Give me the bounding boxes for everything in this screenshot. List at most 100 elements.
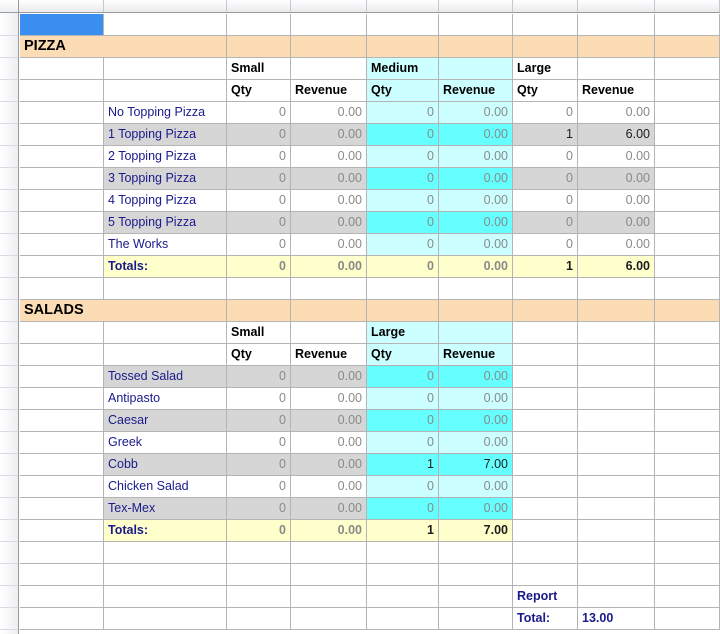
grid-cell[interactable] — [578, 476, 655, 498]
grid-cell[interactable] — [655, 212, 720, 234]
grid-cell[interactable] — [20, 410, 104, 432]
grid-cell[interactable] — [20, 476, 104, 498]
column-header-0[interactable] — [20, 0, 104, 12]
item-value[interactable]: 0 — [367, 124, 439, 146]
grid-cell[interactable] — [104, 278, 227, 300]
item-value[interactable]: 0.00 — [578, 102, 655, 124]
grid-cell[interactable] — [439, 14, 513, 36]
row-header-9[interactable] — [0, 212, 18, 234]
grid-cell[interactable] — [20, 608, 104, 630]
grid-cell[interactable] — [291, 608, 367, 630]
row-header-23[interactable] — [0, 520, 18, 542]
grid-cell[interactable] — [655, 80, 720, 102]
row-header-18[interactable] — [0, 410, 18, 432]
item-value[interactable]: 0.00 — [291, 454, 367, 476]
item-value[interactable]: 0.00 — [439, 168, 513, 190]
grid-cell[interactable] — [227, 542, 291, 564]
grid-cell[interactable] — [655, 564, 720, 586]
item-value[interactable]: 0.00 — [291, 124, 367, 146]
grid-cell[interactable] — [20, 366, 104, 388]
item-value[interactable]: 0.00 — [291, 168, 367, 190]
column-header-4[interactable] — [367, 0, 439, 12]
row-header-10[interactable] — [0, 234, 18, 256]
grid-cell[interactable] — [655, 344, 720, 366]
grid-cell[interactable] — [513, 410, 578, 432]
grid-cell[interactable] — [655, 256, 720, 278]
item-value[interactable]: 1 — [367, 454, 439, 476]
item-value[interactable]: 0.00 — [578, 212, 655, 234]
column-header-1[interactable] — [104, 0, 227, 12]
grid-cell[interactable] — [291, 586, 367, 608]
grid-cell[interactable] — [20, 542, 104, 564]
row-header-0[interactable] — [0, 14, 18, 36]
grid-cell[interactable] — [367, 586, 439, 608]
column-header-7[interactable] — [578, 0, 655, 12]
grid-cell[interactable] — [513, 542, 578, 564]
grid-cell[interactable] — [655, 278, 720, 300]
grid-cell[interactable] — [513, 498, 578, 520]
item-value[interactable]: 0 — [367, 146, 439, 168]
item-value[interactable]: 0.00 — [439, 498, 513, 520]
item-value[interactable]: 0 — [227, 476, 291, 498]
item-value[interactable]: 0 — [513, 212, 578, 234]
grid-cell[interactable] — [655, 190, 720, 212]
item-value[interactable]: 0 — [367, 498, 439, 520]
item-value[interactable]: 0 — [367, 388, 439, 410]
item-value[interactable]: 0 — [513, 234, 578, 256]
grid-cell[interactable] — [439, 278, 513, 300]
item-value[interactable]: 0 — [227, 432, 291, 454]
grid-cell[interactable] — [291, 564, 367, 586]
grid-cell[interactable] — [20, 322, 104, 344]
item-value[interactable]: 0.00 — [439, 366, 513, 388]
grid-cell[interactable] — [291, 14, 367, 36]
grid-cell[interactable] — [20, 80, 104, 102]
grid-cell[interactable] — [20, 586, 104, 608]
grid-cell[interactable] — [227, 14, 291, 36]
grid-cell[interactable] — [291, 278, 367, 300]
grid-cell[interactable] — [20, 102, 104, 124]
item-value[interactable]: 0 — [513, 168, 578, 190]
report-total-value[interactable]: 13.00 — [578, 608, 655, 630]
item-value[interactable]: 0 — [367, 190, 439, 212]
grid-cell[interactable] — [655, 498, 720, 520]
grid-cell[interactable] — [513, 344, 578, 366]
row-header-19[interactable] — [0, 432, 18, 454]
item-value[interactable]: 6.00 — [578, 124, 655, 146]
column-header-8[interactable] — [655, 0, 720, 12]
item-value[interactable]: 0 — [367, 476, 439, 498]
grid-cell[interactable] — [104, 542, 227, 564]
item-value[interactable]: 0.00 — [578, 190, 655, 212]
grid-cell[interactable] — [20, 58, 104, 80]
item-value[interactable]: 1 — [513, 124, 578, 146]
grid-cell[interactable] — [104, 564, 227, 586]
row-header-7[interactable] — [0, 168, 18, 190]
grid-cell[interactable] — [578, 454, 655, 476]
grid-cell[interactable] — [20, 168, 104, 190]
item-value[interactable]: 0 — [367, 168, 439, 190]
item-value[interactable]: 0.00 — [578, 234, 655, 256]
grid-cell[interactable] — [367, 14, 439, 36]
grid-cell[interactable] — [655, 102, 720, 124]
item-value[interactable]: 0.00 — [291, 146, 367, 168]
item-value[interactable]: 0 — [513, 146, 578, 168]
item-value[interactable]: 0 — [513, 190, 578, 212]
grid-cell[interactable] — [367, 608, 439, 630]
item-value[interactable]: 0 — [227, 102, 291, 124]
row-header-24[interactable] — [0, 542, 18, 564]
row-header-27[interactable] — [0, 608, 18, 630]
item-value[interactable]: 0.00 — [291, 212, 367, 234]
grid-cell[interactable] — [20, 146, 104, 168]
grid-cell[interactable] — [439, 542, 513, 564]
grid-cell[interactable] — [104, 14, 227, 36]
column-header-6[interactable] — [513, 0, 578, 12]
item-value[interactable]: 0.00 — [439, 432, 513, 454]
row-header-4[interactable] — [0, 102, 18, 124]
item-value[interactable]: 0.00 — [291, 234, 367, 256]
grid-cell[interactable] — [439, 608, 513, 630]
grid-cell[interactable] — [20, 432, 104, 454]
grid-cell[interactable] — [227, 586, 291, 608]
item-value[interactable]: 0.00 — [439, 102, 513, 124]
grid-cell[interactable] — [578, 542, 655, 564]
grid-cell[interactable] — [513, 278, 578, 300]
grid-cell[interactable] — [655, 168, 720, 190]
